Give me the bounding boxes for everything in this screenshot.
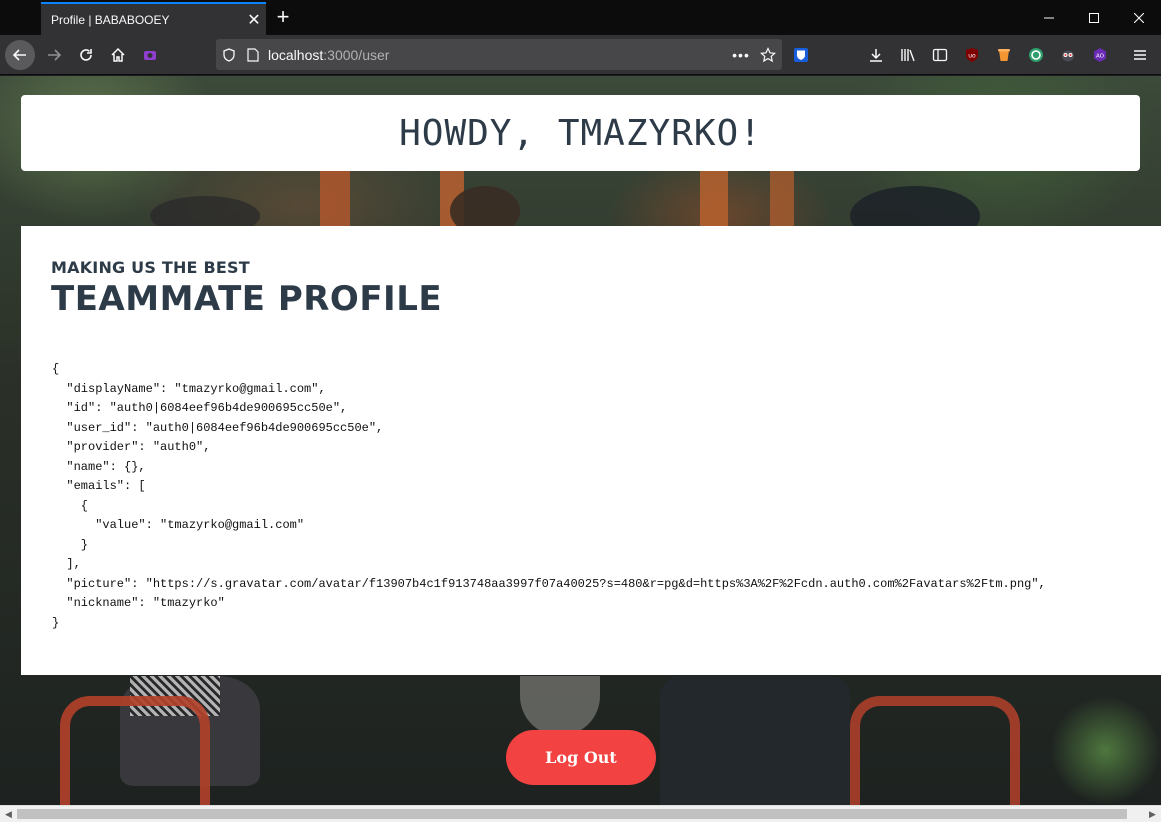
json-line: "nickname": "tmazyrko" [52,596,225,610]
address-bar[interactable]: localhost:3000/user ••• [216,39,782,70]
cup-extension-icon[interactable] [989,40,1019,70]
shield-icon[interactable] [216,47,242,62]
bookmark-star-icon[interactable] [754,46,782,63]
tab-profile[interactable]: Profile | BABABOOEY ✕ [41,2,266,35]
svg-text:uo: uo [968,53,976,60]
section-kicker: MAKING US THE BEST [51,258,250,277]
url-host: localhost [268,46,324,63]
scroll-right-icon[interactable]: ▶ [1144,806,1161,822]
json-line: "name": {}, [52,459,146,474]
json-line: } [52,537,89,552]
menu-icon[interactable] [1125,40,1155,70]
json-line: "user_id": "auth0|6084eef96b4de900695cc5… [52,420,384,435]
tab-title: Profile | BABABOOEY [51,12,170,27]
minimize-icon[interactable] [1026,0,1071,35]
tab-strip: Profile | BABABOOEY ✕ + [0,0,1161,35]
tab-close-icon[interactable]: ✕ [242,10,266,30]
home-icon[interactable] [103,40,133,70]
scrollbar-thumb[interactable] [17,809,1127,819]
json-line: "emails": [ [52,479,146,493]
json-line: "displayName": "tmazyrko@gmail.com", [52,381,326,396]
owl-extension-icon[interactable] [1053,40,1083,70]
profile-json: { "displayName": "tmazyrko@gmail.com", "… [52,360,1157,633]
window-controls [1026,0,1161,35]
logout-button[interactable]: Log Out [506,730,656,785]
sync-extension-icon[interactable] [1021,40,1051,70]
horizontal-scrollbar[interactable]: ◀ ▶ [0,805,1161,822]
sidebar-icon[interactable] [925,40,955,70]
json-line: "value": "tmazyrko@gmail.com" [52,518,305,532]
json-line: ], [52,557,81,571]
page-title: TEAMMATE PROFILE [51,279,443,319]
url-path: :3000/user [323,46,390,63]
profile-card: MAKING US THE BEST TEAMMATE PROFILE { "d… [21,226,1161,675]
page-actions-icon[interactable]: ••• [728,47,754,63]
library-icon[interactable] [893,40,923,70]
screenshot-extension-icon[interactable] [135,40,165,70]
reload-icon[interactable] [71,40,101,70]
back-icon[interactable] [5,40,35,70]
json-line: { [52,362,60,376]
addon-ao-icon[interactable]: AO [1085,40,1115,70]
nav-toolbar: localhost:3000/user ••• uo AO [0,35,1161,75]
json-line: } [52,615,60,630]
page-viewport: HOWDY, TMAZYRKO! MAKING US THE BEST TEAM… [0,76,1161,805]
json-line: { [52,498,89,513]
forward-icon[interactable] [39,40,69,70]
json-line: "picture": "https://s.gravatar.com/avata… [52,576,1046,591]
scroll-left-icon[interactable]: ◀ [0,806,17,822]
greeting-heading: HOWDY, TMAZYRKO! [399,112,762,154]
json-line: "id": "auth0|6084eef96b4de900695cc50e", [52,401,348,415]
maximize-icon[interactable] [1071,0,1116,35]
bitwarden-icon[interactable] [786,40,816,70]
page-icon [242,47,264,62]
close-window-icon[interactable] [1116,0,1161,35]
json-line: "provider": "auth0", [52,440,211,454]
new-tab-icon[interactable]: + [270,4,296,30]
downloads-icon[interactable] [861,40,891,70]
url-text[interactable]: localhost:3000/user [268,47,389,63]
svg-text:AO: AO [1096,54,1105,60]
greeting-card: HOWDY, TMAZYRKO! [21,95,1140,171]
ublock-icon[interactable]: uo [957,40,987,70]
